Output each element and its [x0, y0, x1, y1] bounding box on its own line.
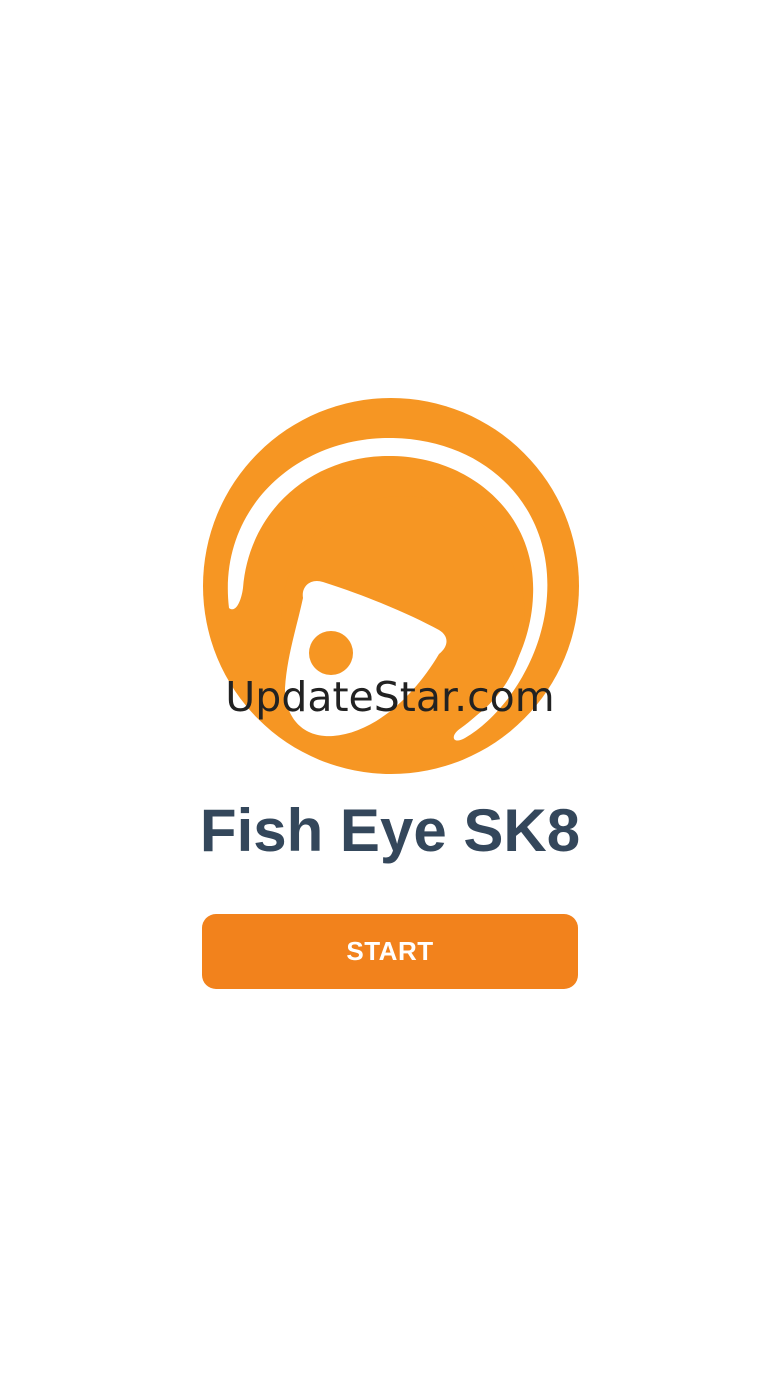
splash-screen: UpdateStar.com Fish Eye SK8 START	[0, 0, 780, 1387]
fish-eye-logo-icon	[203, 398, 579, 774]
start-button[interactable]: START	[202, 914, 578, 989]
app-title: Fish Eye SK8	[199, 797, 581, 864]
